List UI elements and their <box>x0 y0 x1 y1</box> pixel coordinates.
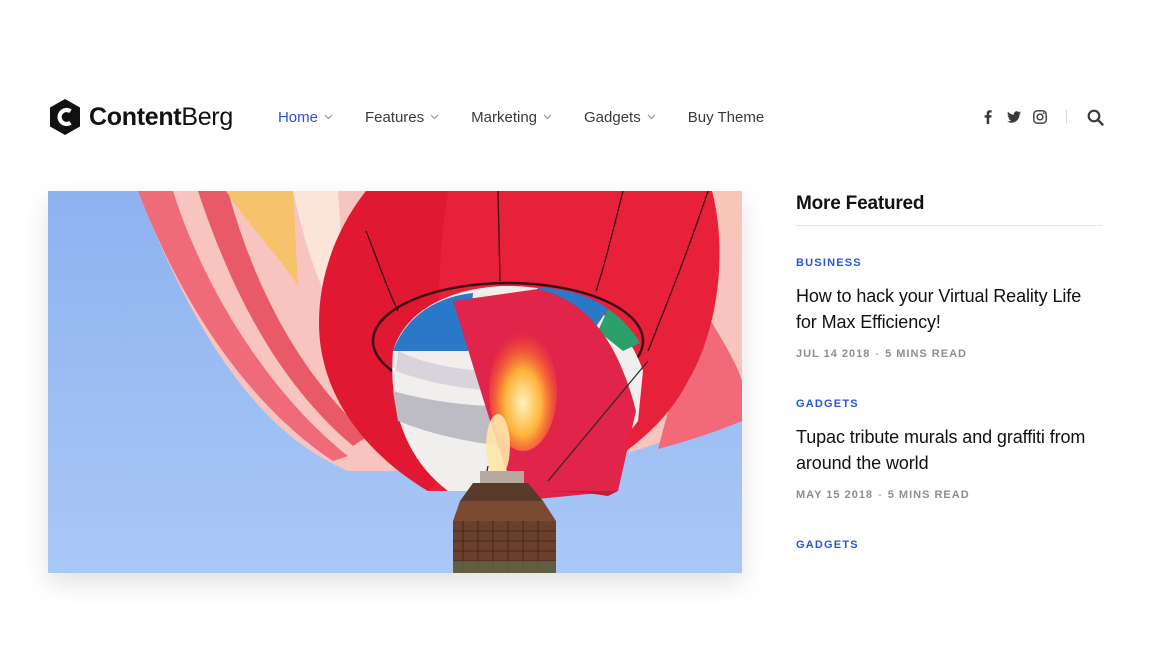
featured-image[interactable] <box>48 191 742 573</box>
post-category[interactable]: GADGETS <box>796 398 1102 410</box>
post-date: JUL 14 2018 <box>796 348 871 360</box>
post-category[interactable]: BUSINESS <box>796 257 1102 269</box>
post-meta: MAY 15 2018-5 MINS READ <box>796 489 1102 501</box>
post-category[interactable]: GADGETS <box>796 539 1102 551</box>
chevron-down-icon <box>647 114 656 120</box>
post-date: MAY 15 2018 <box>796 489 874 501</box>
post-meta-separator: - <box>875 348 881 360</box>
site-logo[interactable]: ContentBerg <box>48 98 233 136</box>
sidebar-title: More Featured <box>796 193 925 214</box>
nav-item-marketing[interactable]: Marketing <box>471 109 552 126</box>
search-icon[interactable] <box>1087 109 1104 126</box>
site-logo-text: ContentBerg <box>89 102 233 131</box>
chevron-down-icon <box>543 114 552 120</box>
chevron-down-icon <box>324 114 333 120</box>
nav-item-buy-theme[interactable]: Buy Theme <box>688 109 764 126</box>
instagram-icon[interactable] <box>1032 109 1048 125</box>
nav-item-features[interactable]: Features <box>365 109 439 126</box>
chevron-down-icon <box>430 114 439 120</box>
post-title[interactable]: How to hack your Virtual Reality Life fo… <box>796 283 1102 335</box>
nav-item-home[interactable]: Home <box>278 109 333 126</box>
post-meta: JUL 14 2018-5 MINS READ <box>796 348 1102 360</box>
twitter-icon[interactable] <box>1006 109 1022 125</box>
nav-item-label: Gadgets <box>584 108 641 126</box>
featured-post: BUSINESS How to hack your Virtual Realit… <box>796 257 1102 360</box>
facebook-icon[interactable] <box>980 109 996 125</box>
social-links <box>980 109 1048 125</box>
hot-air-balloon-image <box>48 191 742 573</box>
featured-post: GADGETS Tupac tribute murals and graffit… <box>796 398 1102 501</box>
nav-item-label: Features <box>364 108 425 126</box>
nav-item-label: Buy Theme <box>687 108 765 126</box>
nav-item-gadgets[interactable]: Gadgets <box>584 109 656 126</box>
header-actions <box>980 109 1104 126</box>
post-title[interactable]: Tupac tribute murals and graffiti from a… <box>796 424 1102 476</box>
page: ContentBerg Home Features Marketing Gadg… <box>0 0 1152 648</box>
header-divider <box>1066 110 1067 124</box>
nav-item-label: Home <box>277 108 318 126</box>
featured-post: GADGETS <box>796 539 1102 551</box>
logo-text-light: Berg <box>181 102 233 131</box>
more-featured-sidebar: More Featured BUSINESS How to hack your … <box>796 193 1102 551</box>
logo-text-bold: Content <box>89 102 182 131</box>
main-nav: Home Features Marketing Gadgets Buy Them… <box>278 109 764 126</box>
post-read-time: 5 MINS READ <box>887 489 970 501</box>
nav-item-label: Marketing <box>471 108 538 126</box>
logo-hexagon-icon <box>50 99 80 135</box>
post-read-time: 5 MINS READ <box>885 348 967 360</box>
sidebar-divider <box>796 225 1102 226</box>
site-header: ContentBerg Home Features Marketing Gadg… <box>48 96 1104 138</box>
post-meta-separator: - <box>878 489 883 501</box>
